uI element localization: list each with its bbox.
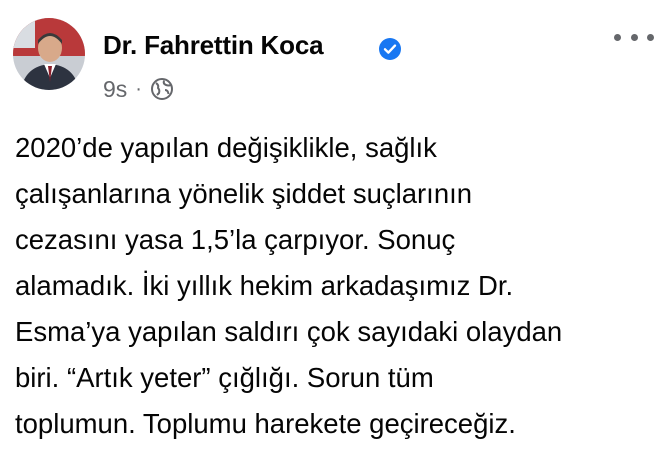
post-text: 2020’de yapılan değişiklikle, sağlık çal… (15, 125, 660, 447)
post-text-line: cezasını yasa 1,5’la çarpıyor. Sonuç (15, 224, 456, 255)
post-text-line: Esma’ya yapılan saldırı çok sayıdaki ola… (15, 316, 563, 347)
post-text-line: alamadık. İki yıllık hekim arkadaşımız D… (15, 270, 514, 301)
post-text-line: 2020’de yapılan değişiklikle, sağlık (15, 132, 437, 163)
avatar[interactable] (13, 18, 85, 90)
post-meta: 9s · (103, 74, 174, 104)
more-dot (630, 33, 638, 41)
more-dot (614, 33, 621, 41)
post-text-line: toplumun. Toplumu harekete geçireceğiz. (15, 408, 516, 439)
post-timestamp[interactable]: 9s (103, 76, 127, 103)
meta-separator: · (135, 77, 142, 100)
globe-icon[interactable] (150, 77, 174, 101)
facebook-post: Dr. Fahrettin Koca 9s · 2020’de yapılan … (0, 0, 668, 451)
post-text-line: biri. “Artık yeter” çığlığı. Sorun tüm (15, 362, 434, 393)
verified-badge-icon (379, 38, 401, 60)
more-dot (647, 33, 654, 41)
author-name[interactable]: Dr. Fahrettin Koca (103, 28, 324, 62)
profile-photo-icon (13, 18, 85, 90)
post-text-line: çalışanlarına yönelik şiddet suçlarının (15, 178, 473, 209)
more-options-icon[interactable] (614, 24, 654, 50)
